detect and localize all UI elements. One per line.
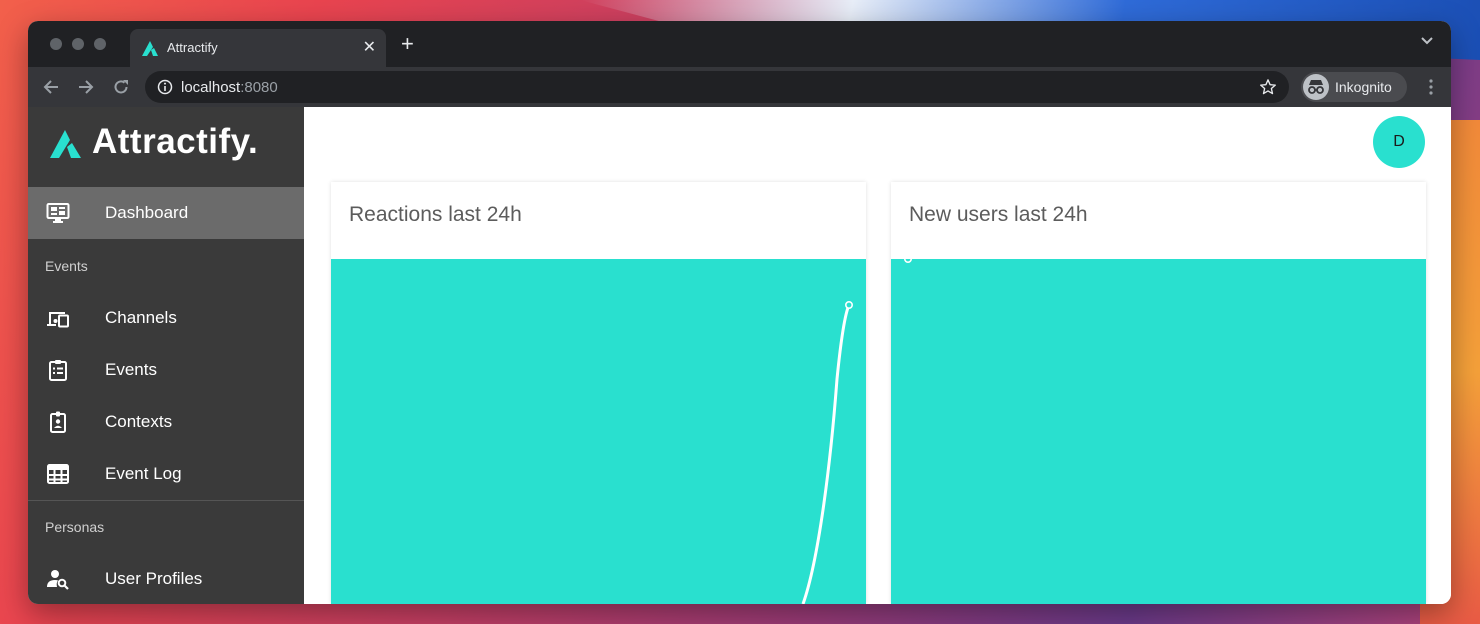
browser-toolbar: localhost:8080 Inkognito xyxy=(28,67,1451,107)
tab-search-chevron-icon[interactable] xyxy=(1421,37,1433,45)
section-header-events: Events xyxy=(45,258,88,274)
incognito-icon xyxy=(1303,74,1329,100)
browser-window: Attractify ✕ + localhost:8080 Inkognito … xyxy=(28,21,1451,604)
tab-title: Attractify xyxy=(167,40,218,55)
browser-menu-kebab-icon[interactable] xyxy=(1429,79,1433,95)
sidebar-item-channels[interactable]: Channels xyxy=(28,292,304,344)
card-title: Reactions last 24h xyxy=(349,203,522,226)
bookmark-star-icon[interactable] xyxy=(1259,78,1277,96)
profile-label: Inkognito xyxy=(1335,79,1392,95)
sparkline-point xyxy=(904,259,912,263)
sidebar-item-events[interactable]: Events xyxy=(28,344,304,396)
url-host: localhost xyxy=(181,79,241,96)
address-bar[interactable]: localhost:8080 xyxy=(145,71,1289,103)
sparkline-line xyxy=(801,304,851,604)
url-port: :8080 xyxy=(240,79,278,96)
new-tab-plus-icon[interactable]: + xyxy=(401,33,414,55)
window-minimize-dot[interactable] xyxy=(72,38,84,50)
reload-icon[interactable] xyxy=(112,78,130,96)
url-text: localhost:8080 xyxy=(181,79,278,96)
window-close-dot[interactable] xyxy=(50,38,62,50)
devices-icon xyxy=(47,312,69,328)
forward-arrow-icon[interactable] xyxy=(77,78,95,96)
account-search-icon xyxy=(47,570,69,590)
sparkline-point xyxy=(844,300,853,309)
sidebar-divider xyxy=(28,500,304,501)
browser-tab[interactable]: Attractify ✕ xyxy=(130,29,386,67)
sidebar-item-label: Event Log xyxy=(105,464,182,483)
reactions-card: Reactions last 24h xyxy=(331,182,866,604)
table-grid-icon xyxy=(47,464,69,484)
sidebar-item-event-log[interactable]: Event Log xyxy=(28,448,304,500)
sidebar-item-label: Dashboard xyxy=(105,203,189,222)
site-info-icon[interactable] xyxy=(157,79,173,95)
user-avatar[interactable]: D xyxy=(1373,116,1425,168)
section-header-personas: Personas xyxy=(45,519,105,535)
sidebar-item-label: User Profiles xyxy=(105,569,203,588)
logo-text: Attractify. xyxy=(92,122,259,161)
profile-button[interactable]: Inkognito xyxy=(1301,72,1407,102)
monitor-dashboard-icon xyxy=(46,203,70,223)
badge-account-icon xyxy=(50,411,66,433)
main-content: D Reactions last 24h New users last 24h xyxy=(304,107,1451,604)
sidebar-item-label: Contexts xyxy=(105,412,173,431)
new-users-card: New users last 24h xyxy=(891,182,1426,604)
clipboard-list-icon xyxy=(49,360,67,381)
tab-bar: Attractify ✕ + xyxy=(28,21,1451,67)
sidebar-item-label: Channels xyxy=(105,308,177,327)
card-title: New users last 24h xyxy=(909,203,1088,226)
new-users-sparkline-svg xyxy=(904,259,912,263)
app-sidebar: Attractify. Dashboard Events Channels Ev… xyxy=(28,107,304,604)
tab-close-icon[interactable]: ✕ xyxy=(363,37,376,57)
sidebar-item-contexts[interactable]: Contexts xyxy=(28,396,304,448)
back-arrow-icon[interactable] xyxy=(42,78,60,96)
sidebar-item-dashboard[interactable]: Dashboard xyxy=(28,187,304,239)
reactions-sparkline-svg xyxy=(801,300,853,604)
sidebar-item-label: Events xyxy=(105,360,157,379)
window-zoom-dot[interactable] xyxy=(94,38,106,50)
sidebar-item-user-profiles[interactable]: User Profiles xyxy=(28,553,304,604)
attractify-logo-icon xyxy=(50,130,81,158)
attractify-favicon-icon xyxy=(142,41,158,56)
new-users-sparkline xyxy=(891,259,1426,604)
reactions-sparkline xyxy=(331,259,866,604)
